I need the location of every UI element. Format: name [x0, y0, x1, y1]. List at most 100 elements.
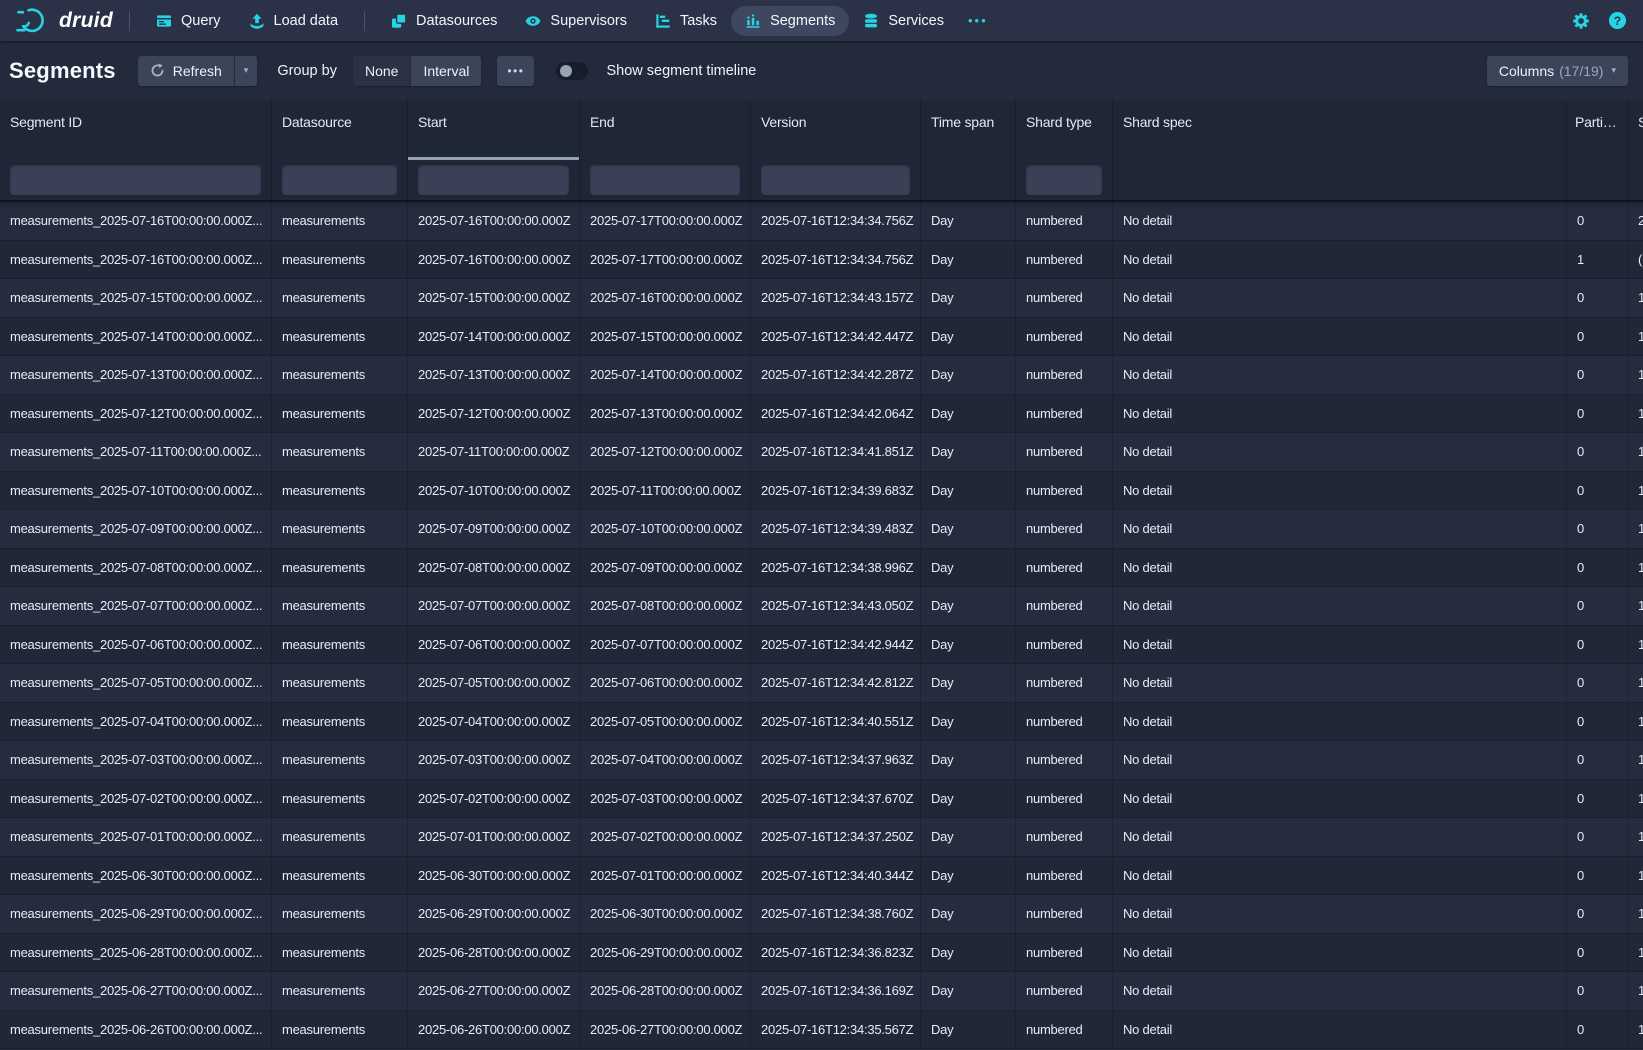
cell-end[interactable]: 2025-07-09T00:00:00.000Z: [580, 549, 751, 587]
cell-version[interactable]: 2025-07-16T12:34:34.756Z: [751, 241, 921, 279]
version-filter-input[interactable]: [761, 165, 910, 195]
cell-end[interactable]: 2025-07-10T00:00:00.000Z: [580, 510, 751, 548]
cell-start[interactable]: 2025-07-15T00:00:00.000Z: [408, 279, 580, 317]
cell-datasource[interactable]: measurements: [272, 241, 408, 279]
cell-start[interactable]: 2025-07-13T00:00:00.000Z: [408, 356, 580, 394]
cell-datasource[interactable]: measurements: [272, 664, 408, 702]
cell-end[interactable]: 2025-07-14T00:00:00.000Z: [580, 356, 751, 394]
cell-segment-id[interactable]: measurements_2025-07-15T00:00:00.000Z...: [0, 279, 272, 317]
cell-end[interactable]: 2025-07-06T00:00:00.000Z: [580, 664, 751, 702]
cell-datasource[interactable]: measurements: [272, 741, 408, 779]
column-header-datasource[interactable]: Datasource: [272, 100, 408, 160]
cell-version[interactable]: 2025-07-16T12:34:42.812Z: [751, 664, 921, 702]
cell-version[interactable]: 2025-07-16T12:34:38.996Z: [751, 549, 921, 587]
cell-segment-id[interactable]: measurements_2025-06-26T00:00:00.000Z...: [0, 1011, 272, 1049]
cell-datasource[interactable]: measurements: [272, 780, 408, 818]
cell-shard-type[interactable]: numbered: [1016, 395, 1113, 433]
cell-shard-type[interactable]: numbered: [1016, 664, 1113, 702]
cell-shard-type[interactable]: numbered: [1016, 510, 1113, 548]
datasource-filter-input[interactable]: [282, 165, 397, 195]
cell-time-span[interactable]: Day: [921, 934, 1016, 972]
cell-segment-id[interactable]: measurements_2025-07-05T00:00:00.000Z...: [0, 664, 272, 702]
cell-shard-type[interactable]: numbered: [1016, 934, 1113, 972]
cell-shard-type[interactable]: numbered: [1016, 279, 1113, 317]
cell-end[interactable]: 2025-07-02T00:00:00.000Z: [580, 818, 751, 856]
cell-segment-id[interactable]: measurements_2025-07-02T00:00:00.000Z...: [0, 780, 272, 818]
cell-version[interactable]: 2025-07-16T12:34:34.756Z: [751, 202, 921, 240]
cell-datasource[interactable]: measurements: [272, 972, 408, 1010]
cell-version[interactable]: 2025-07-16T12:34:40.551Z: [751, 703, 921, 741]
column-header-partition[interactable]: Partition: [1567, 100, 1628, 160]
cell-end[interactable]: 2025-07-13T00:00:00.000Z: [580, 395, 751, 433]
group-by-interval-button[interactable]: Interval: [410, 56, 481, 86]
cell-version[interactable]: 2025-07-16T12:34:38.760Z: [751, 895, 921, 933]
cell-version[interactable]: 2025-07-16T12:34:42.064Z: [751, 395, 921, 433]
cell-time-span[interactable]: Day: [921, 318, 1016, 356]
cell-end[interactable]: 2025-06-28T00:00:00.000Z: [580, 972, 751, 1010]
column-header-shard-spec[interactable]: Shard spec: [1113, 100, 1567, 160]
cell-version[interactable]: 2025-07-16T12:34:36.169Z: [751, 972, 921, 1010]
cell-time-span[interactable]: Day: [921, 857, 1016, 895]
cell-segment-id[interactable]: measurements_2025-07-11T00:00:00.000Z...: [0, 433, 272, 471]
cell-version[interactable]: 2025-07-16T12:34:40.344Z: [751, 857, 921, 895]
cell-datasource[interactable]: measurements: [272, 549, 408, 587]
help-icon[interactable]: ?: [1608, 11, 1627, 30]
cell-datasource[interactable]: measurements: [272, 279, 408, 317]
cell-shard-type[interactable]: numbered: [1016, 241, 1113, 279]
column-header-shard-type[interactable]: Shard type: [1016, 100, 1113, 160]
cell-time-span[interactable]: Day: [921, 202, 1016, 240]
cell-time-span[interactable]: Day: [921, 279, 1016, 317]
cell-version[interactable]: 2025-07-16T12:34:36.823Z: [751, 934, 921, 972]
cell-shard-type[interactable]: numbered: [1016, 626, 1113, 664]
cell-segment-id[interactable]: measurements_2025-07-10T00:00:00.000Z...: [0, 472, 272, 510]
cell-version[interactable]: 2025-07-16T12:34:42.287Z: [751, 356, 921, 394]
cell-time-span[interactable]: Day: [921, 472, 1016, 510]
cell-start[interactable]: 2025-07-12T00:00:00.000Z: [408, 395, 580, 433]
column-header-time-span[interactable]: Time span: [921, 100, 1016, 160]
cell-shard-type[interactable]: numbered: [1016, 895, 1113, 933]
column-header-segment-id[interactable]: Segment ID: [0, 100, 272, 160]
cell-end[interactable]: 2025-07-12T00:00:00.000Z: [580, 433, 751, 471]
column-header-start[interactable]: Start: [408, 100, 580, 160]
nav-item-tasks[interactable]: Tasks: [641, 6, 731, 36]
cell-segment-id[interactable]: measurements_2025-07-04T00:00:00.000Z...: [0, 703, 272, 741]
cell-segment-id[interactable]: measurements_2025-07-14T00:00:00.000Z...: [0, 318, 272, 356]
cell-start[interactable]: 2025-06-28T00:00:00.000Z: [408, 934, 580, 972]
cell-segment-id[interactable]: measurements_2025-06-29T00:00:00.000Z...: [0, 895, 272, 933]
cell-time-span[interactable]: Day: [921, 741, 1016, 779]
cell-shard-type[interactable]: numbered: [1016, 972, 1113, 1010]
cell-time-span[interactable]: Day: [921, 549, 1016, 587]
cell-end[interactable]: 2025-07-03T00:00:00.000Z: [580, 780, 751, 818]
cell-end[interactable]: 2025-07-04T00:00:00.000Z: [580, 741, 751, 779]
cell-shard-type[interactable]: numbered: [1016, 741, 1113, 779]
cell-datasource[interactable]: measurements: [272, 318, 408, 356]
cell-datasource[interactable]: measurements: [272, 934, 408, 972]
settings-gear-icon[interactable]: [1572, 12, 1590, 30]
cell-segment-id[interactable]: measurements_2025-07-09T00:00:00.000Z...: [0, 510, 272, 548]
cell-time-span[interactable]: Day: [921, 818, 1016, 856]
cell-datasource[interactable]: measurements: [272, 395, 408, 433]
cell-version[interactable]: 2025-07-16T12:34:37.963Z: [751, 741, 921, 779]
cell-start[interactable]: 2025-06-30T00:00:00.000Z: [408, 857, 580, 895]
nav-item-services[interactable]: Services: [849, 6, 958, 36]
cell-start[interactable]: 2025-07-02T00:00:00.000Z: [408, 780, 580, 818]
cell-datasource[interactable]: measurements: [272, 703, 408, 741]
cell-shard-type[interactable]: numbered: [1016, 587, 1113, 625]
cell-start[interactable]: 2025-07-16T00:00:00.000Z: [408, 202, 580, 240]
cell-version[interactable]: 2025-07-16T12:34:43.050Z: [751, 587, 921, 625]
cell-start[interactable]: 2025-07-01T00:00:00.000Z: [408, 818, 580, 856]
column-header-version[interactable]: Version: [751, 100, 921, 160]
cell-segment-id[interactable]: measurements_2025-07-06T00:00:00.000Z...: [0, 626, 272, 664]
cell-time-span[interactable]: Day: [921, 626, 1016, 664]
cell-datasource[interactable]: measurements: [272, 202, 408, 240]
cell-start[interactable]: 2025-06-26T00:00:00.000Z: [408, 1011, 580, 1049]
cell-segment-id[interactable]: measurements_2025-07-13T00:00:00.000Z...: [0, 356, 272, 394]
cell-version[interactable]: 2025-07-16T12:34:43.157Z: [751, 279, 921, 317]
cell-start[interactable]: 2025-07-08T00:00:00.000Z: [408, 549, 580, 587]
cell-version[interactable]: 2025-07-16T12:34:42.944Z: [751, 626, 921, 664]
cell-start[interactable]: 2025-07-16T00:00:00.000Z: [408, 241, 580, 279]
cell-start[interactable]: 2025-07-07T00:00:00.000Z: [408, 587, 580, 625]
cell-segment-id[interactable]: measurements_2025-06-28T00:00:00.000Z...: [0, 934, 272, 972]
cell-shard-type[interactable]: numbered: [1016, 703, 1113, 741]
cell-end[interactable]: 2025-07-07T00:00:00.000Z: [580, 626, 751, 664]
